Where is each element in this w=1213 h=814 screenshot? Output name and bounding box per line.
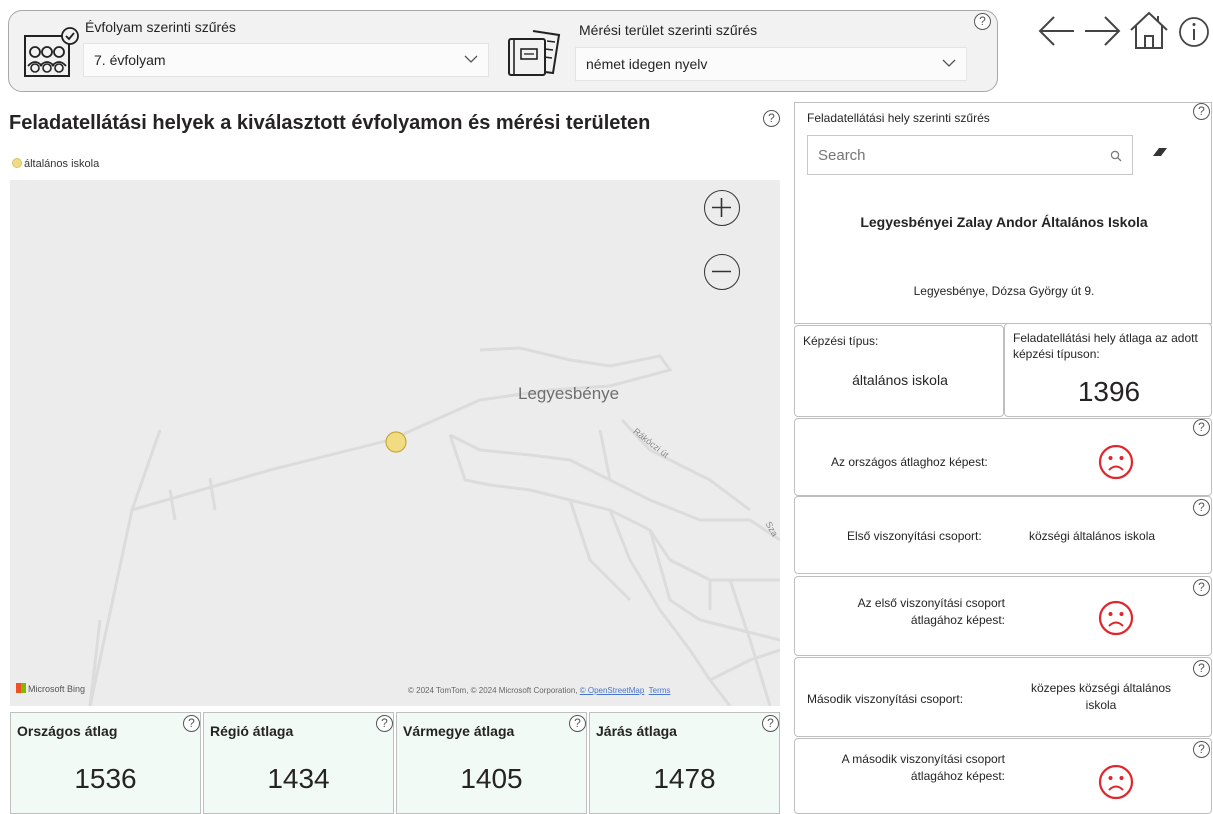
sad-face-icon <box>1098 600 1134 636</box>
second-group-compare-card: ? A második viszonyítási csoport átlagáh… <box>794 738 1212 814</box>
kpi-value: 1536 <box>74 763 137 794</box>
filter-bar: Évfolyam szerinti szűrés 7. évfolyam Mér… <box>8 10 998 92</box>
grade-dropdown-value: 7. évfolyam <box>94 52 166 68</box>
training-type-card: Képzési típus: általános iskola <box>794 325 1004 417</box>
site-average-value: 1396 <box>1077 376 1141 407</box>
help-icon[interactable]: ? <box>569 715 586 732</box>
training-type-label: Képzési típus: <box>803 334 879 348</box>
eraser-icon[interactable] <box>1151 145 1169 159</box>
area-dropdown[interactable]: német idegen nyelv <box>575 47 967 81</box>
help-icon[interactable]: ? <box>183 715 200 732</box>
map-legend: általános iskola <box>12 158 99 170</box>
grade-dropdown[interactable]: 7. évfolyam <box>83 43 489 77</box>
school-map-marker[interactable] <box>385 431 407 453</box>
national-compare-card: ? Az országos átlaghoz képest: <box>794 418 1212 496</box>
help-icon[interactable]: ? <box>1193 499 1210 516</box>
help-icon[interactable]: ? <box>1193 741 1210 758</box>
map-place-label: Legyesbénye <box>518 384 620 403</box>
kpi-card-district: Járás átlaga ? 1478 <box>589 712 780 814</box>
kpi-value: 1478 <box>653 763 716 794</box>
microsoft-logo-icon <box>16 683 26 693</box>
kpi-label: Régió átlaga <box>210 723 294 739</box>
first-group-value: községi általános iskola <box>1029 529 1156 543</box>
bing-label: Microsoft Bing <box>28 684 86 694</box>
kpi-value: 1405 <box>460 763 523 794</box>
kpi-card-county: Vármegye átlaga ? 1405 <box>396 712 587 814</box>
second-group-value: közepes községi általános iskola <box>1030 681 1172 712</box>
national-compare-label: Az országos átlaghoz képest: <box>831 455 988 469</box>
plus-icon <box>712 198 731 217</box>
sad-face-icon <box>1098 444 1134 480</box>
kpi-card-national: Országos átlag ? 1536 <box>10 712 201 814</box>
first-group-card: ? Első viszonyítási csoport: községi ált… <box>794 496 1212 574</box>
kpi-card-region: Régió átlaga ? 1434 <box>203 712 394 814</box>
site-average-card: Feladatellátási hely átlaga az adott kép… <box>1004 323 1212 417</box>
back-arrow-icon[interactable] <box>1036 14 1076 48</box>
school-name: Legyesbényei Zalay Andor Általános Iskol… <box>860 214 1148 230</box>
search-box[interactable] <box>807 135 1133 175</box>
map-canvas[interactable]: Legyesbénye Rákóczi út Sza Microsoft Bin… <box>10 180 780 706</box>
help-icon[interactable]: ? <box>376 715 393 732</box>
map-title: Feladatellátási helyek a kiválasztott év… <box>9 112 651 134</box>
zoom-out-button[interactable] <box>704 254 740 290</box>
info-icon[interactable] <box>1178 16 1210 48</box>
kpi-label: Országos átlag <box>17 723 118 739</box>
terms-link[interactable]: Terms <box>649 686 671 695</box>
chevron-down-icon <box>942 59 956 67</box>
grade-filter-title: Évfolyam szerinti szűrés <box>85 19 236 35</box>
home-icon[interactable] <box>1128 10 1170 50</box>
kpi-label: Vármegye átlaga <box>403 723 515 739</box>
help-icon[interactable]: ? <box>1193 419 1210 436</box>
osm-link[interactable]: © OpenStreetMap <box>580 686 645 695</box>
search-input[interactable] <box>808 136 1098 174</box>
help-icon[interactable]: ? <box>1193 103 1210 120</box>
bing-logo: Microsoft Bing <box>16 683 85 694</box>
map-roads <box>88 346 780 706</box>
copyright-text: © 2024 TomTom, © 2024 Microsoft Corporat… <box>408 686 578 695</box>
second-group-label: Második viszonyítási csoport: <box>807 692 964 706</box>
zoom-in-button[interactable] <box>704 190 740 226</box>
help-icon[interactable]: ? <box>1193 579 1210 596</box>
students-icon <box>24 27 79 77</box>
second-group-card: ? Második viszonyítási csoport: közepes … <box>794 657 1212 737</box>
first-group-compare-label: Az első viszonyítási csoport átlagához k… <box>857 596 1005 627</box>
kpi-value: 1434 <box>267 763 330 794</box>
training-type-value: általános iskola <box>852 372 948 388</box>
kpi-label: Járás átlaga <box>596 723 677 739</box>
help-icon[interactable]: ? <box>763 110 780 127</box>
help-icon[interactable]: ? <box>1193 660 1210 677</box>
legend-marker-icon <box>12 158 22 168</box>
legend-label: általános iskola <box>24 158 100 170</box>
site-average-label: Feladatellátási hely átlaga az adott kép… <box>1013 331 1198 361</box>
school-filter-title: Feladatellátási hely szerinti szűrés <box>807 111 990 125</box>
second-group-compare-label: A második viszonyítási csoport átlagához… <box>841 752 1005 783</box>
area-filter-title: Mérési terület szerinti szűrés <box>579 22 758 38</box>
school-address: Legyesbénye, Dózsa György út 9. <box>913 284 1095 298</box>
map-copyright: © 2024 TomTom, © 2024 Microsoft Corporat… <box>408 686 670 695</box>
chevron-down-icon <box>464 55 478 63</box>
forward-arrow-icon[interactable] <box>1083 14 1123 48</box>
help-icon[interactable]: ? <box>762 715 779 732</box>
first-group-compare-card: ? Az első viszonyítási csoport átlagához… <box>794 576 1212 656</box>
sad-face-icon <box>1098 764 1134 800</box>
first-group-label: Első viszonyítási csoport: <box>847 529 982 543</box>
help-icon[interactable]: ? <box>974 13 991 30</box>
search-icon <box>1110 150 1122 162</box>
minus-icon <box>712 270 731 273</box>
area-dropdown-value: német idegen nyelv <box>586 56 708 72</box>
school-filter-panel: Feladatellátási hely szerinti szűrés ? L… <box>794 102 1212 324</box>
notebook-icon <box>508 30 561 76</box>
